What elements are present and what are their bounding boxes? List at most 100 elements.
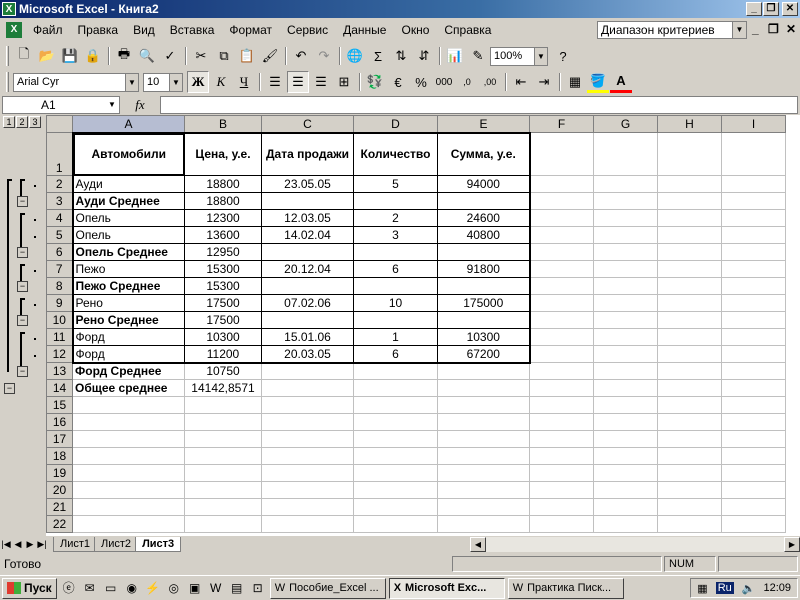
cell[interactable] bbox=[593, 260, 658, 278]
cell[interactable] bbox=[593, 515, 658, 533]
row-header[interactable]: 7 bbox=[46, 260, 73, 278]
cell[interactable] bbox=[437, 311, 531, 329]
cell[interactable] bbox=[353, 192, 438, 210]
align-left-icon[interactable]: ☰ bbox=[264, 71, 286, 93]
cell[interactable] bbox=[529, 328, 594, 346]
collapse-group-button[interactable]: − bbox=[17, 247, 28, 258]
cell[interactable] bbox=[261, 192, 354, 210]
paste-icon[interactable]: 📋 bbox=[236, 45, 258, 67]
cell[interactable]: 17500 bbox=[184, 294, 262, 312]
font-size-select[interactable]: 10 ▼ bbox=[143, 72, 183, 92]
desktop-icon[interactable]: ▭ bbox=[102, 579, 120, 597]
row-header[interactable]: 19 bbox=[46, 464, 73, 482]
menu-view[interactable]: Вид bbox=[126, 23, 163, 37]
cell[interactable]: 6 bbox=[353, 260, 438, 278]
cell[interactable] bbox=[657, 243, 722, 261]
euro-icon[interactable]: € bbox=[387, 71, 409, 93]
cell[interactable] bbox=[261, 481, 354, 499]
cell[interactable] bbox=[437, 481, 530, 499]
cell[interactable] bbox=[721, 311, 786, 329]
cell[interactable] bbox=[437, 464, 530, 482]
toolbar-grip[interactable] bbox=[6, 46, 9, 66]
cell[interactable] bbox=[721, 209, 786, 227]
doc-close-button[interactable]: ✕ bbox=[786, 22, 796, 36]
collapse-group-button[interactable]: − bbox=[17, 281, 28, 292]
internet-explorer-icon[interactable]: ⓔ bbox=[60, 579, 78, 597]
menu-window[interactable]: Окно bbox=[394, 23, 437, 37]
column-header[interactable]: I bbox=[721, 115, 786, 133]
cell[interactable]: 15300 bbox=[184, 260, 262, 278]
formula-input[interactable] bbox=[160, 96, 798, 114]
cell[interactable] bbox=[657, 311, 722, 329]
cell[interactable] bbox=[593, 498, 658, 516]
cell[interactable]: 40800 bbox=[437, 226, 531, 244]
cell[interactable] bbox=[529, 464, 594, 482]
cell[interactable] bbox=[657, 396, 722, 414]
cell[interactable] bbox=[657, 498, 722, 516]
cell[interactable]: 15.01.06 bbox=[261, 328, 354, 346]
cell[interactable] bbox=[437, 447, 530, 465]
column-header[interactable]: C bbox=[261, 115, 354, 133]
cell[interactable]: 3 bbox=[353, 226, 438, 244]
cell[interactable] bbox=[593, 396, 658, 414]
chart-wizard-icon[interactable]: 📊 bbox=[444, 45, 466, 67]
cell[interactable] bbox=[657, 447, 722, 465]
row-header[interactable]: 22 bbox=[46, 515, 73, 533]
cell[interactable] bbox=[529, 515, 594, 533]
cell[interactable] bbox=[721, 379, 786, 397]
app-icon[interactable]: ◎ bbox=[165, 579, 183, 597]
cell-header-price[interactable]: Цена, у.е. bbox=[184, 131, 262, 176]
cell[interactable] bbox=[353, 311, 438, 329]
app-icon[interactable]: ▣ bbox=[186, 579, 204, 597]
cell[interactable] bbox=[529, 447, 594, 465]
scroll-left-icon[interactable]: ◀ bbox=[470, 537, 486, 552]
sheet-tab-3[interactable]: Лист3 bbox=[135, 537, 182, 552]
cell[interactable] bbox=[721, 226, 786, 244]
cell[interactable]: Ауди bbox=[71, 175, 185, 193]
cell[interactable]: Опель bbox=[71, 209, 185, 227]
cell[interactable] bbox=[529, 396, 594, 414]
cell[interactable]: 2 bbox=[353, 209, 438, 227]
underline-button[interactable]: Ч bbox=[233, 71, 255, 93]
row-header[interactable]: 11 bbox=[46, 328, 73, 346]
increase-indent-icon[interactable]: ⇥ bbox=[533, 71, 555, 93]
cell[interactable]: 14.02.04 bbox=[261, 226, 354, 244]
cell[interactable]: 20.03.05 bbox=[261, 345, 354, 364]
cell[interactable] bbox=[184, 430, 262, 448]
collapse-group-button[interactable]: − bbox=[4, 383, 15, 394]
cell[interactable] bbox=[261, 362, 354, 380]
new-file-icon[interactable]: 🗋 bbox=[13, 45, 35, 67]
save-icon[interactable]: 💾 bbox=[59, 45, 81, 67]
cut-icon[interactable]: ✂ bbox=[190, 45, 212, 67]
help-question-box[interactable]: Диапазон критериев ▼ bbox=[597, 21, 747, 39]
cell[interactable] bbox=[261, 311, 354, 329]
cell[interactable]: Общее среднее bbox=[72, 379, 185, 397]
start-button[interactable]: Пуск bbox=[2, 577, 57, 599]
italic-button[interactable]: К bbox=[210, 71, 232, 93]
cell[interactable] bbox=[593, 132, 658, 176]
taskbar-item[interactable]: W Практика Писк... bbox=[507, 577, 624, 599]
cell[interactable] bbox=[721, 294, 786, 312]
cell[interactable] bbox=[657, 192, 722, 210]
menu-edit[interactable]: Правка bbox=[71, 23, 127, 37]
browser-icon[interactable]: ◉ bbox=[123, 579, 141, 597]
cell[interactable] bbox=[721, 413, 786, 431]
cell[interactable] bbox=[353, 515, 438, 533]
cell[interactable]: Рено bbox=[71, 294, 185, 312]
open-folder-icon[interactable]: 📂 bbox=[36, 45, 58, 67]
cell[interactable]: 10300 bbox=[437, 328, 531, 346]
cell[interactable] bbox=[353, 481, 438, 499]
cell[interactable] bbox=[529, 413, 594, 431]
cell[interactable] bbox=[657, 515, 722, 533]
cell[interactable]: 17500 bbox=[184, 311, 262, 329]
cell[interactable]: Опель bbox=[71, 226, 185, 244]
cell[interactable] bbox=[593, 311, 658, 329]
column-header[interactable]: F bbox=[529, 115, 594, 133]
cell[interactable] bbox=[353, 396, 438, 414]
row-header[interactable]: 6 bbox=[46, 243, 73, 261]
cell[interactable]: 18800 bbox=[184, 175, 262, 193]
cell[interactable] bbox=[721, 396, 786, 414]
cell[interactable] bbox=[353, 413, 438, 431]
cell[interactable]: 23.05.05 bbox=[261, 175, 354, 193]
tray-app-icon[interactable]: ▦ bbox=[697, 582, 707, 595]
